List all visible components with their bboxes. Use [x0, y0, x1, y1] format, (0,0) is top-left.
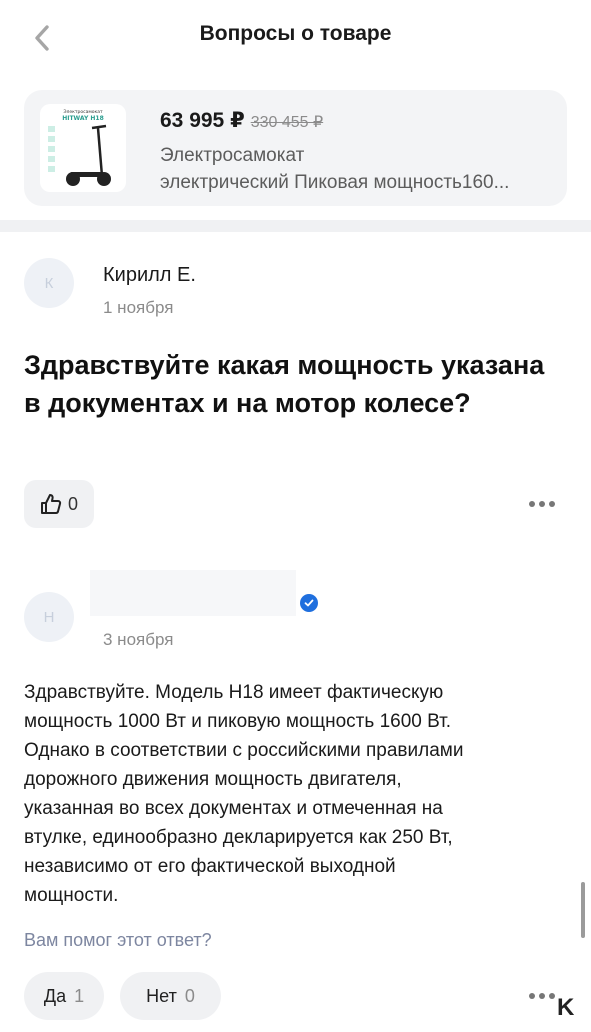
product-name: Электросамокат электрический Пиковая мощ… [160, 142, 560, 196]
vote-no-count: 0 [184, 985, 195, 1006]
answer-line: мощность 1000 Вт и пиковую мощность 1600… [24, 711, 452, 732]
more-dot-icon [539, 993, 545, 999]
verified-badge-icon [300, 594, 318, 612]
redacted-seller-name [90, 570, 296, 616]
more-dot-icon [539, 501, 545, 507]
question-author-name: Кирилл Е. [103, 264, 196, 286]
more-dot-icon [549, 501, 555, 507]
answer-line: Здравствуйте. Модель H18 имеет фактическ… [24, 682, 444, 703]
current-price: 63 995 ₽ [160, 109, 245, 132]
section-divider [0, 220, 591, 232]
like-count: 0 [67, 493, 78, 514]
product-name-line: электрический Пиковая мощность160... [160, 172, 510, 193]
scrollbar[interactable] [581, 882, 585, 938]
product-image: Электросамокат HITWAY H18 [40, 104, 126, 192]
more-dot-icon [549, 993, 555, 999]
answer-more-button[interactable] [525, 986, 559, 1006]
vote-no-label: Нет [146, 985, 177, 1006]
answer-line: независимо от его фактической выходной [24, 856, 396, 877]
product-name-line: Электросамокат [160, 145, 305, 166]
product-price: 63 995 ₽ 330 455 ₽ [160, 108, 323, 133]
vote-no-button[interactable]: Нет 0 [120, 972, 221, 1020]
question-more-button[interactable] [525, 494, 559, 514]
answer-line: Однако в соответствии с российскими прав… [24, 740, 464, 761]
app-logo: K [557, 994, 575, 1021]
answer-line: втулке, единообразно декларируется как 2… [24, 827, 453, 848]
answer-line: мощности. [24, 885, 119, 906]
question-date: 1 ноября [103, 298, 174, 317]
answer-line: указанная во всех документах и отмеченна… [24, 798, 443, 819]
page-title: Вопросы о товаре [199, 22, 392, 45]
old-price: 330 455 ₽ [250, 114, 324, 131]
more-dot-icon [529, 501, 535, 507]
vote-yes-count: 1 [74, 985, 85, 1006]
thumbs-up-icon [40, 494, 62, 514]
like-button[interactable]: 0 [24, 480, 94, 528]
answer-date: 3 ноября [103, 630, 174, 649]
thumb-brand: HITWAY H18 [62, 115, 104, 122]
helpful-question: Вам помог этот ответ? [24, 930, 212, 950]
product-card[interactable]: Электросамокат HITWAY H18 63 995 ₽ 330 45… [24, 90, 567, 206]
more-dot-icon [529, 993, 535, 999]
question-author-avatar: К [24, 258, 74, 308]
answer-author-avatar: Н [24, 592, 74, 642]
header: Вопросы о товаре [0, 0, 591, 72]
vote-yes-button[interactable]: Да 1 [24, 972, 104, 1020]
answer-text: Здравствуйте. Модель H18 имеет фактическ… [24, 678, 569, 910]
vote-yes-label: Да [43, 985, 67, 1006]
question-text: Здравствуйте какая мощность указана в до… [24, 350, 545, 418]
answer-line: дорожного движения мощность двигателя, [24, 769, 402, 790]
